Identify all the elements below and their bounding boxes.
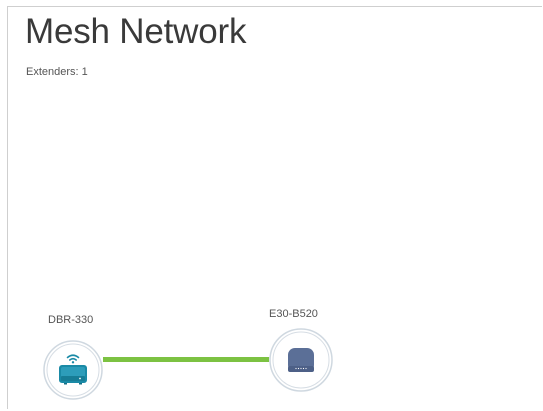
router-node[interactable] <box>43 340 103 400</box>
extender-node[interactable] <box>269 328 333 392</box>
page-title: Mesh Network <box>25 12 247 51</box>
extenders-count: Extenders: 1 <box>26 66 88 78</box>
router-label: DBR-330 <box>48 314 94 326</box>
extender-label: E30-B520 <box>269 308 318 320</box>
mesh-link-line <box>103 357 270 362</box>
extender-device-icon <box>269 328 333 392</box>
router-wifi-icon <box>43 340 103 400</box>
